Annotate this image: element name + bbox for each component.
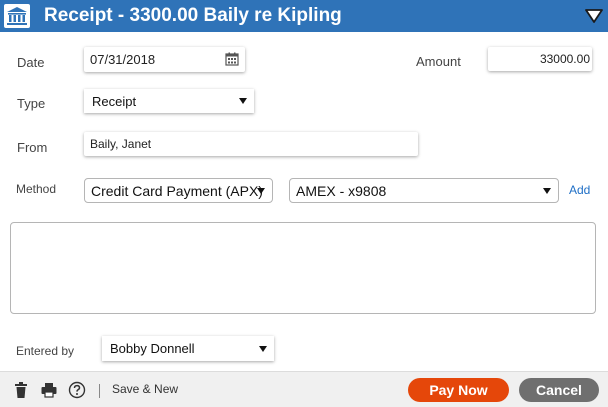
dialog-title: Receipt - 3300.00 Baily re Kipling bbox=[44, 5, 342, 26]
chevron-down-icon bbox=[259, 345, 267, 352]
footer-bar: Save & New Pay Now Cancel bbox=[0, 371, 608, 407]
trash-icon[interactable] bbox=[12, 381, 30, 399]
type-label: Type bbox=[17, 96, 46, 111]
bank-icon bbox=[4, 4, 30, 28]
amount-field[interactable]: 33000.00 bbox=[488, 47, 592, 71]
from-label: From bbox=[17, 140, 48, 155]
memo-textarea[interactable] bbox=[10, 222, 596, 314]
print-icon[interactable] bbox=[40, 381, 58, 399]
date-value: 07/31/2018 bbox=[90, 52, 156, 67]
card-select[interactable]: AMEX - x9808 bbox=[289, 178, 559, 203]
save-and-new-button[interactable]: Save & New bbox=[112, 382, 178, 396]
from-value: Baily, Janet bbox=[90, 137, 152, 151]
entered-by-select[interactable]: Bobby Donnell bbox=[102, 336, 274, 361]
help-icon[interactable] bbox=[68, 381, 86, 399]
footer-divider bbox=[99, 384, 100, 398]
card-value: AMEX - x9808 bbox=[296, 182, 387, 199]
chevron-down-icon bbox=[239, 98, 247, 104]
method-select[interactable]: Credit Card Payment (APX) bbox=[84, 178, 273, 203]
from-field[interactable]: Baily, Janet bbox=[84, 132, 418, 156]
chevron-down-icon bbox=[543, 187, 551, 194]
date-label: Date bbox=[17, 55, 45, 70]
amount-value: 33000.00 bbox=[539, 52, 590, 66]
method-label: Method bbox=[16, 182, 57, 196]
cancel-button[interactable]: Cancel bbox=[519, 378, 599, 402]
title-bar: Receipt - 3300.00 Baily re Kipling bbox=[0, 0, 608, 32]
chevron-down-icon bbox=[257, 187, 265, 194]
entered-by-label: Entered by bbox=[16, 344, 75, 358]
type-value: Receipt bbox=[92, 93, 137, 109]
method-value: Credit Card Payment (APX) bbox=[91, 182, 263, 199]
type-select[interactable]: Receipt bbox=[84, 89, 254, 113]
amount-label: Amount bbox=[416, 54, 461, 69]
date-field[interactable]: 07/31/2018 bbox=[84, 47, 245, 72]
triangle-down-icon[interactable] bbox=[585, 8, 603, 24]
calendar-icon[interactable] bbox=[225, 52, 239, 66]
entered-by-value: Bobby Donnell bbox=[110, 341, 195, 356]
add-card-link[interactable]: Add bbox=[569, 183, 590, 197]
pay-now-button[interactable]: Pay Now bbox=[408, 378, 509, 402]
